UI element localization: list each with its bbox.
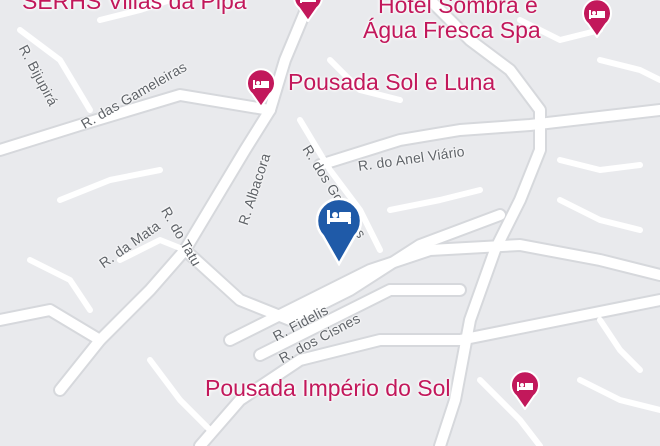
- hotel-bed-icon[interactable]: [580, 0, 614, 38]
- hotel-bed-icon[interactable]: [244, 68, 278, 108]
- selected-hotel-marker[interactable]: [314, 196, 364, 266]
- poi-label-agua-fresca-spa[interactable]: Água Fresca Spa: [363, 17, 541, 44]
- poi-label-pousada-sol-e-luna[interactable]: Pousada Sol e Luna: [288, 69, 495, 96]
- poi-label-pousada-imperio-do-sol[interactable]: Pousada Império do Sol: [205, 375, 451, 402]
- hotel-bed-icon[interactable]: [291, 0, 325, 22]
- hotel-bed-icon[interactable]: [508, 370, 542, 410]
- poi-label-serhs-villas-da-pipa[interactable]: SERHS Villas da Pipa: [22, 0, 247, 15]
- map-canvas[interactable]: R. Bijupirá R. das Gameleiras R. do Anel…: [0, 0, 660, 446]
